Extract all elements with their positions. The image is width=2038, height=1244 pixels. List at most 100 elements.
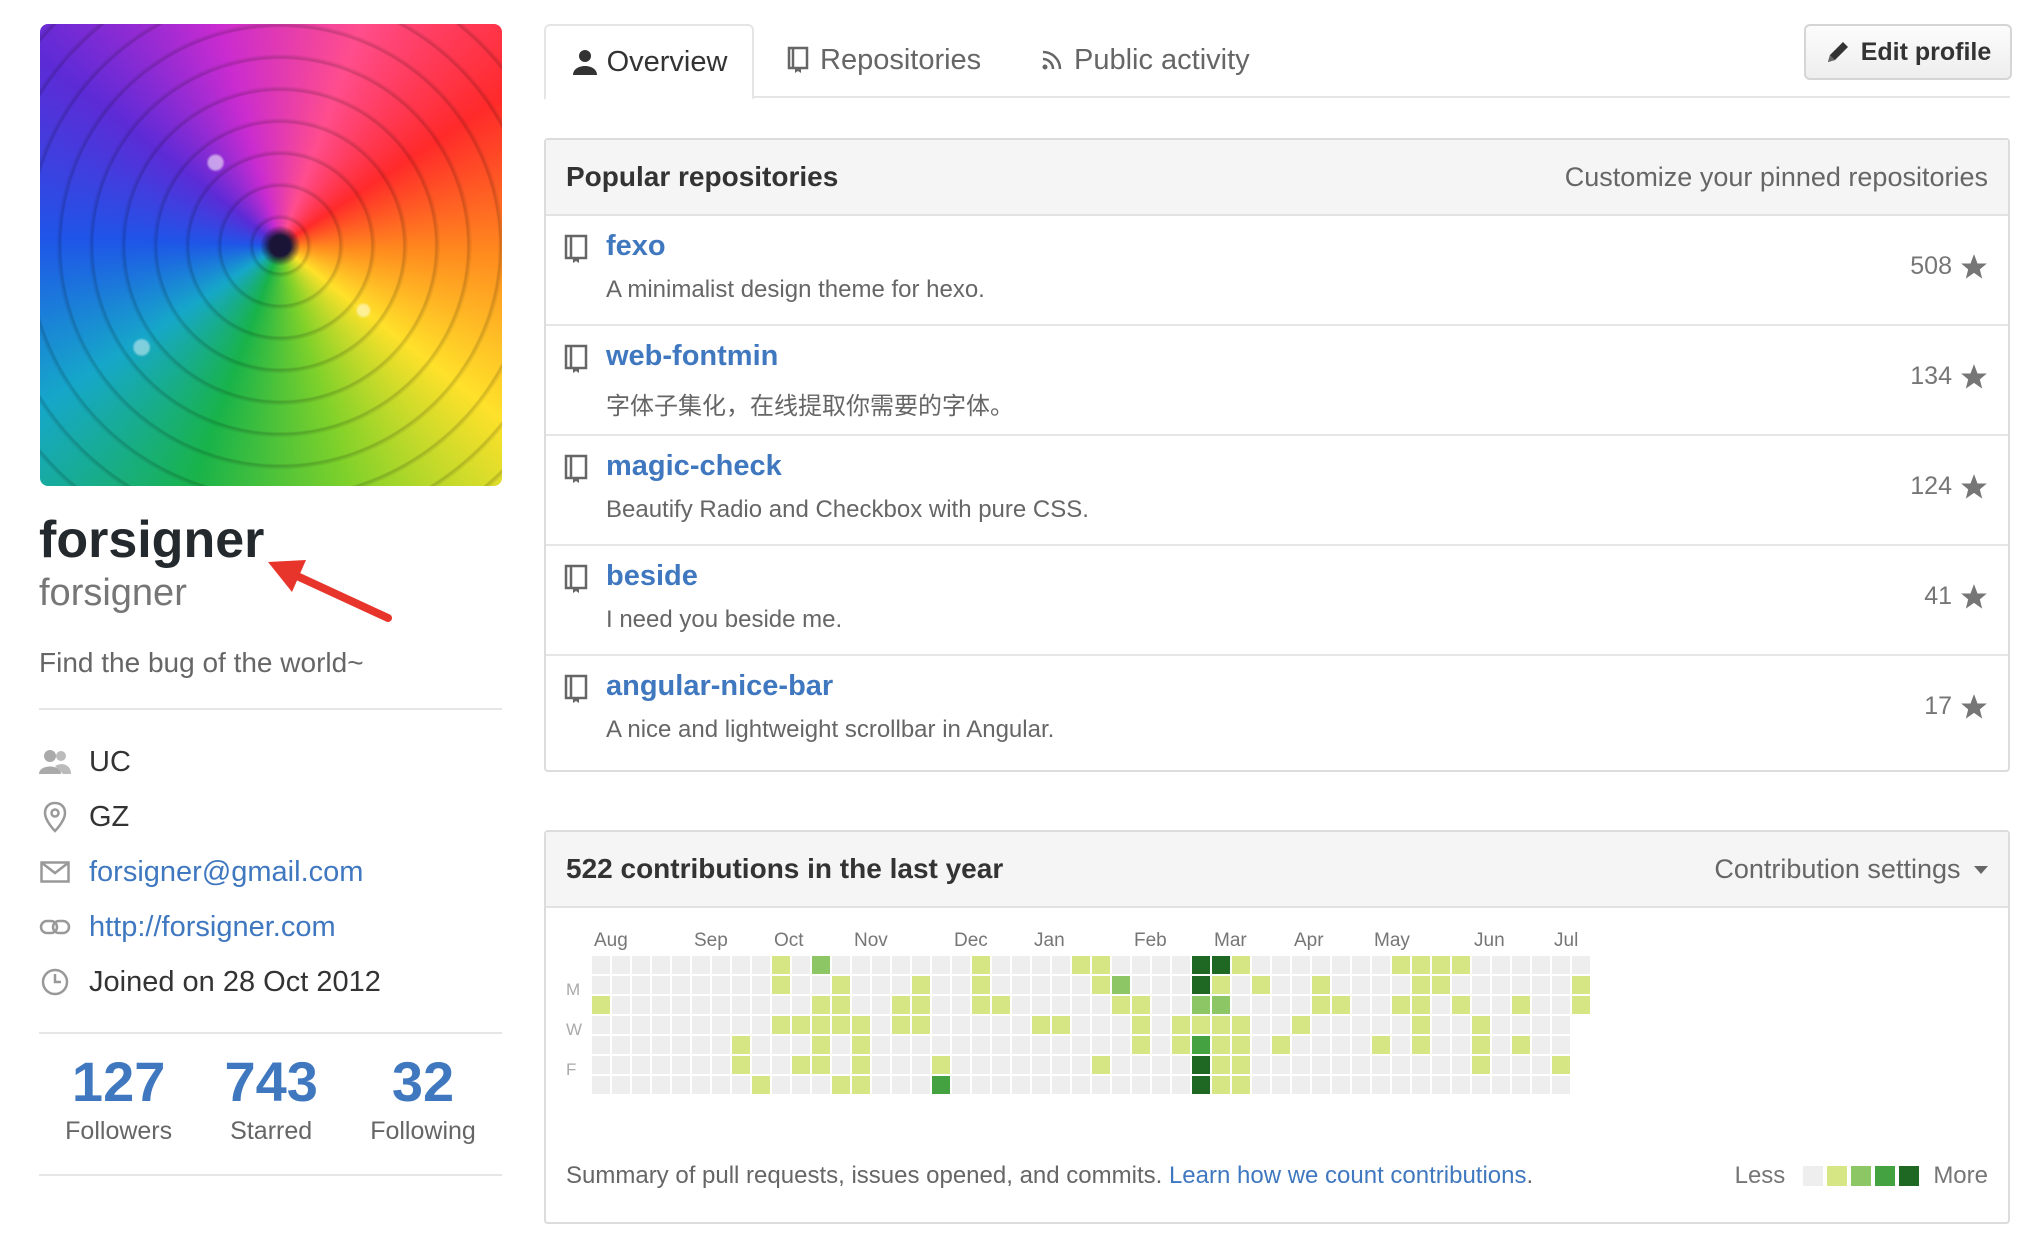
customize-pinned-link[interactable]: Customize your pinned repositories <box>1565 162 1988 193</box>
contribution-day[interactable] <box>832 1076 850 1094</box>
repo-stars[interactable]: 41 <box>1924 582 1988 611</box>
contribution-day[interactable] <box>672 1016 690 1034</box>
contribution-day[interactable] <box>1312 1036 1330 1054</box>
contribution-day[interactable] <box>1452 1076 1470 1094</box>
contribution-day[interactable] <box>712 956 730 974</box>
contribution-day[interactable] <box>732 1076 750 1094</box>
contribution-day[interactable] <box>1352 956 1370 974</box>
contribution-day[interactable] <box>1092 1036 1110 1054</box>
contribution-day[interactable] <box>632 956 650 974</box>
contribution-day[interactable] <box>1032 956 1050 974</box>
contribution-day[interactable] <box>1312 1016 1330 1034</box>
contribution-day[interactable] <box>592 976 610 994</box>
contribution-day[interactable] <box>1272 1056 1290 1074</box>
contribution-day[interactable] <box>1472 956 1490 974</box>
contribution-day[interactable] <box>1432 1056 1450 1074</box>
contribution-day[interactable] <box>1492 1036 1510 1054</box>
contribution-day[interactable] <box>1572 956 1590 974</box>
contribution-day[interactable] <box>1052 996 1070 1014</box>
contribution-day[interactable] <box>1232 1036 1250 1054</box>
contribution-day[interactable] <box>1012 1056 1030 1074</box>
contribution-day[interactable] <box>1132 1016 1150 1034</box>
avatar[interactable] <box>40 24 502 486</box>
contribution-day[interactable] <box>1512 1056 1530 1074</box>
contribution-day[interactable] <box>1352 1016 1370 1034</box>
contribution-day[interactable] <box>652 996 670 1014</box>
contribution-day[interactable] <box>1112 1056 1130 1074</box>
contribution-day[interactable] <box>932 1036 950 1054</box>
following-stat[interactable]: 32 Following <box>370 1050 476 1146</box>
contribution-day[interactable] <box>1332 1056 1350 1074</box>
contribution-day[interactable] <box>1172 1016 1190 1034</box>
contribution-day[interactable] <box>792 956 810 974</box>
contribution-day[interactable] <box>812 1076 830 1094</box>
contribution-day[interactable] <box>652 1056 670 1074</box>
contribution-day[interactable] <box>1092 976 1110 994</box>
contribution-day[interactable] <box>1112 996 1130 1014</box>
contribution-day[interactable] <box>1372 996 1390 1014</box>
contribution-day[interactable] <box>1412 956 1430 974</box>
contribution-day[interactable] <box>912 1036 930 1054</box>
contribution-day[interactable] <box>1352 1036 1370 1054</box>
contribution-day[interactable] <box>1252 1016 1270 1034</box>
contribution-day[interactable] <box>1272 1036 1290 1054</box>
contribution-day[interactable] <box>1512 1016 1530 1034</box>
contribution-day[interactable] <box>1472 1076 1490 1094</box>
contribution-day[interactable] <box>1292 1036 1310 1054</box>
repo-stars[interactable]: 124 <box>1910 472 1988 501</box>
contribution-day[interactable] <box>1412 1076 1430 1094</box>
contribution-day[interactable] <box>812 1016 830 1034</box>
contribution-day[interactable] <box>1372 1036 1390 1054</box>
contribution-day[interactable] <box>1052 1056 1070 1074</box>
contribution-day[interactable] <box>712 1056 730 1074</box>
contribution-day[interactable] <box>652 956 670 974</box>
contribution-day[interactable] <box>592 1076 610 1094</box>
contribution-day[interactable] <box>1192 1016 1210 1034</box>
contribution-day[interactable] <box>1012 956 1030 974</box>
contribution-day[interactable] <box>972 1036 990 1054</box>
contribution-day[interactable] <box>952 1036 970 1054</box>
repo-name-link[interactable]: beside <box>606 560 698 593</box>
contribution-day[interactable] <box>1332 1036 1350 1054</box>
contribution-day[interactable] <box>1312 976 1330 994</box>
contribution-day[interactable] <box>1472 1036 1490 1054</box>
contribution-day[interactable] <box>872 1016 890 1034</box>
contribution-day[interactable] <box>1252 1056 1270 1074</box>
email-link[interactable]: forsigner@gmail.com <box>89 856 363 889</box>
contribution-day[interactable] <box>1152 1016 1170 1034</box>
contribution-day[interactable] <box>1372 1016 1390 1034</box>
contribution-day[interactable] <box>1192 1076 1210 1094</box>
contribution-day[interactable] <box>992 996 1010 1014</box>
contribution-day[interactable] <box>592 1036 610 1054</box>
contribution-day[interactable] <box>652 1016 670 1034</box>
contribution-day[interactable] <box>1052 1076 1070 1094</box>
contribution-day[interactable] <box>992 1076 1010 1094</box>
contribution-day[interactable] <box>1532 1076 1550 1094</box>
contribution-day[interactable] <box>1232 956 1250 974</box>
contribution-day[interactable] <box>832 1036 850 1054</box>
contribution-day[interactable] <box>812 956 830 974</box>
contribution-day[interactable] <box>892 1016 910 1034</box>
contribution-day[interactable] <box>1572 996 1590 1014</box>
contribution-day[interactable] <box>1332 1016 1350 1034</box>
contribution-day[interactable] <box>912 1016 930 1034</box>
contribution-day[interactable] <box>932 1056 950 1074</box>
contribution-day[interactable] <box>1552 1036 1570 1054</box>
contribution-day[interactable] <box>952 1016 970 1034</box>
contribution-day[interactable] <box>1432 1076 1450 1094</box>
contribution-day[interactable] <box>1152 1036 1170 1054</box>
contribution-day[interactable] <box>1292 1076 1310 1094</box>
contribution-day[interactable] <box>752 1016 770 1034</box>
contribution-day[interactable] <box>1132 996 1150 1014</box>
contribution-day[interactable] <box>1232 996 1250 1014</box>
contribution-day[interactable] <box>1252 996 1270 1014</box>
starred-stat[interactable]: 743 Starred <box>224 1050 317 1146</box>
contribution-day[interactable] <box>732 1016 750 1034</box>
contribution-day[interactable] <box>1512 976 1530 994</box>
contribution-day[interactable] <box>1452 956 1470 974</box>
contribution-day[interactable] <box>1192 996 1210 1014</box>
contribution-day[interactable] <box>1292 996 1310 1014</box>
contribution-day[interactable] <box>1452 976 1470 994</box>
contribution-day[interactable] <box>872 1056 890 1074</box>
contribution-day[interactable] <box>892 1056 910 1074</box>
